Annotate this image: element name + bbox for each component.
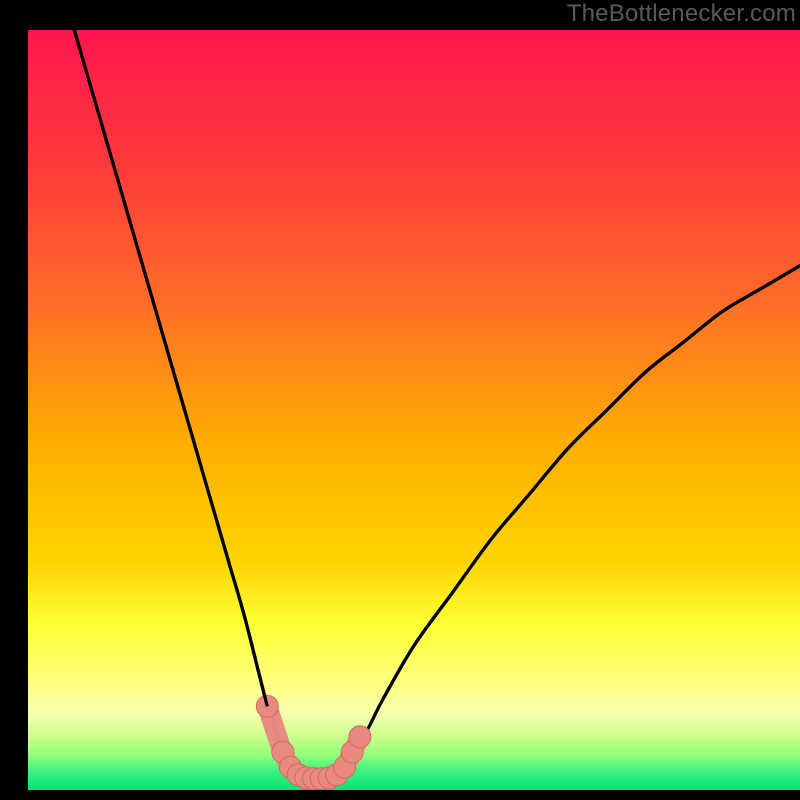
chart-frame: TheBottlenecker.com <box>0 0 800 800</box>
watermark-label: TheBottlenecker.com <box>567 0 796 28</box>
bottleneck-chart <box>0 0 800 800</box>
plot-background <box>28 30 800 790</box>
marker-right-bead <box>349 726 371 748</box>
